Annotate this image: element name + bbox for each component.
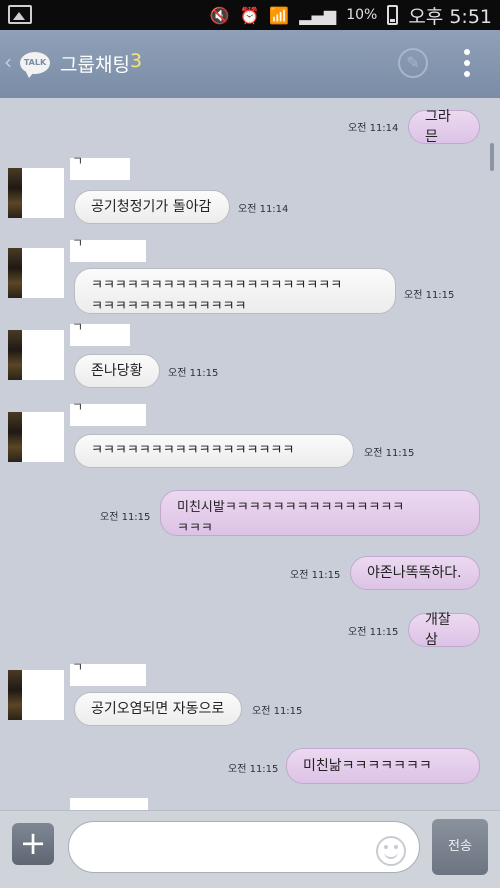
chat-title: 그룹채팅 [60, 54, 130, 76]
message-time: 오전 11:15 [348, 627, 399, 638]
avatar[interactable] [8, 168, 64, 218]
message-time: 오전 11:15 [252, 706, 303, 717]
sender-name: ㄱ [70, 154, 130, 180]
message-time: 오전 11:14 [348, 123, 399, 134]
message-text: 공기오염되면 자동으로 [91, 701, 225, 717]
message-time: 오전 11:15 [404, 290, 455, 301]
back-chevron-icon[interactable]: ‹ [4, 50, 12, 74]
message-text: ㅋㅋㅋㅋㅋㅋㅋㅋㅋㅋㅋㅋㅋ [91, 299, 247, 314]
message-text: ㅋㅋㅋㅋㅋㅋㅋㅋㅋㅋㅋㅋㅋㅋㅋㅋㅋ [91, 443, 295, 458]
sender-name [70, 798, 148, 810]
message-text: 미친낢ㅋㅋㅋㅋㅋㅋㅋ [303, 758, 432, 774]
message-bubble[interactable]: 야존나똑똑하다. [350, 556, 480, 590]
message-time: 오전 11:15 [100, 512, 151, 523]
signal-icon: ▂▄▆ [299, 5, 337, 25]
status-bar: 🔇 ⏰ 📶 ▂▄▆ 10% 오후 5:51 [0, 0, 500, 30]
avatar[interactable] [8, 670, 64, 720]
message-bubble[interactable]: 미친시발ㅋㅋㅋㅋㅋㅋㅋㅋㅋㅋㅋㅋㅋㅋㅋ ㅋㅋㅋ [160, 490, 480, 536]
message-text: 공기청정기가 돌아감 [91, 199, 212, 215]
sender-name: ㄱ [70, 400, 146, 426]
message-text: 존나당황 [91, 363, 143, 379]
message-text: 그라믄 [425, 109, 451, 145]
notification-off-button[interactable]: ✎ [398, 48, 428, 78]
message-time: 오전 11:15 [290, 570, 341, 581]
sender-name: ㄱ [70, 320, 130, 346]
message-text: 미친시발ㅋㅋㅋㅋㅋㅋㅋㅋㅋㅋㅋㅋㅋㅋㅋ [177, 500, 405, 515]
message-bubble[interactable]: 미친낢ㅋㅋㅋㅋㅋㅋㅋ [286, 748, 480, 784]
message-bubble[interactable]: 개잘삼 [408, 612, 480, 648]
message-text: 개잘삼 [425, 612, 451, 648]
gallery-icon [8, 5, 32, 24]
message-text: ㅋㅋㅋㅋㅋㅋㅋㅋㅋㅋㅋㅋㅋㅋㅋㅋㅋㅋㅋㅋㅋ [91, 278, 343, 293]
sender-name: ㄱ [70, 236, 146, 262]
attach-plus-button[interactable]: + [12, 823, 54, 865]
message-text: 야존나똑똑하다. [367, 565, 462, 581]
clock: 오후 5:51 [408, 5, 492, 28]
message-bubble[interactable]: 그라믄 [408, 109, 480, 145]
scrollbar[interactable] [490, 143, 494, 171]
send-button[interactable]: 전송 [432, 819, 488, 875]
alarm-icon: ⏰ [239, 5, 260, 25]
sender-name: ㄱ [70, 660, 146, 686]
battery-percent: 10% [346, 7, 378, 23]
message-bubble[interactable]: 공기오염되면 자동으로 [74, 692, 242, 726]
more-menu-button[interactable] [460, 46, 474, 82]
avatar[interactable] [8, 330, 64, 380]
message-time: 오전 11:15 [168, 368, 219, 379]
battery-icon [387, 5, 399, 25]
emoticon-smiley-icon[interactable] [376, 836, 406, 866]
mute-icon: 🔇 [209, 5, 230, 25]
message-bubble[interactable]: 존나당황 [74, 354, 160, 388]
message-time: 오전 11:15 [364, 448, 415, 459]
wifi-icon: 📶 [269, 5, 290, 25]
avatar[interactable] [8, 248, 64, 298]
message-bubble[interactable]: ㅋㅋㅋㅋㅋㅋㅋㅋㅋㅋㅋㅋㅋㅋㅋㅋㅋ [74, 434, 354, 468]
message-input[interactable] [68, 821, 420, 873]
chat-area[interactable]: 오전 11:14 그라믄 ㄱ 공기청정기가 돌아감 오전 11:14 ㄱ ㅋㅋㅋ… [0, 98, 500, 810]
input-bar: + 전송 [0, 810, 500, 888]
message-bubble[interactable]: 공기청정기가 돌아감 [74, 190, 230, 224]
member-count: 3 [130, 50, 143, 72]
chat-header: ‹ TALK 그룹채팅 3 ✎ [0, 30, 500, 98]
avatar[interactable] [8, 412, 64, 462]
talk-logo-icon[interactable]: TALK [20, 52, 50, 78]
message-time: 오전 11:15 [228, 764, 279, 775]
message-text: ㅋㅋㅋ [177, 521, 213, 536]
message-bubble[interactable]: ㅋㅋㅋㅋㅋㅋㅋㅋㅋㅋㅋㅋㅋㅋㅋㅋㅋㅋㅋㅋㅋ ㅋㅋㅋㅋㅋㅋㅋㅋㅋㅋㅋㅋㅋ [74, 268, 396, 314]
message-time: 오전 11:14 [238, 204, 289, 215]
